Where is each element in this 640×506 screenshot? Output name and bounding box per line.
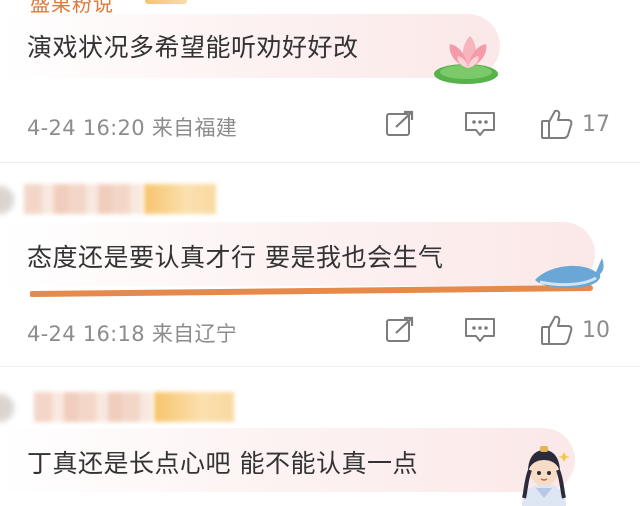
comment-time: 16:18 bbox=[82, 322, 145, 346]
comment-time: 16:20 bbox=[82, 116, 145, 140]
lotus-icon bbox=[434, 36, 498, 84]
comment-date: 4-24 bbox=[27, 322, 76, 346]
comment-meta: 4-24 16:20 来自福建 bbox=[27, 112, 237, 142]
comment-location: 来自福建 bbox=[151, 116, 238, 140]
share-button[interactable] bbox=[385, 110, 415, 138]
reply-button[interactable] bbox=[464, 110, 496, 138]
user-badge-blurred bbox=[144, 184, 216, 214]
comment-meta: 4-24 16:18 来自辽宁 bbox=[27, 318, 237, 348]
like-button[interactable]: 10 bbox=[540, 314, 610, 346]
reply-button[interactable] bbox=[464, 316, 496, 344]
share-icon bbox=[386, 316, 414, 342]
comment-text: 演戏状况多希望能听劝好好改 bbox=[27, 33, 359, 62]
avatar[interactable] bbox=[0, 186, 14, 214]
character-avatar-icon bbox=[522, 446, 570, 506]
thumbs-up-icon bbox=[541, 315, 573, 345]
avatar[interactable] bbox=[0, 394, 14, 422]
comment-location: 来自辽宁 bbox=[151, 322, 238, 346]
like-count: 10 bbox=[582, 317, 610, 343]
like-button[interactable]: 17 bbox=[540, 108, 610, 140]
thumbs-up-icon bbox=[541, 109, 573, 139]
whale-icon bbox=[30, 258, 604, 297]
comment-username-blurred[interactable] bbox=[34, 392, 152, 422]
comment-date: 4-24 bbox=[27, 116, 76, 140]
comment-text: 丁真还是长点心吧 能不能认真一点 bbox=[27, 449, 418, 478]
share-button[interactable] bbox=[385, 316, 415, 344]
comment-username-blurred[interactable] bbox=[24, 184, 142, 214]
user-badge-blurred bbox=[154, 392, 234, 422]
user-badge bbox=[145, 0, 187, 4]
comment-divider bbox=[0, 162, 640, 163]
share-icon bbox=[386, 110, 414, 136]
comment-icon bbox=[465, 318, 495, 342]
comment-divider bbox=[0, 366, 640, 367]
comment-icon bbox=[465, 112, 495, 136]
like-count: 17 bbox=[582, 111, 610, 137]
